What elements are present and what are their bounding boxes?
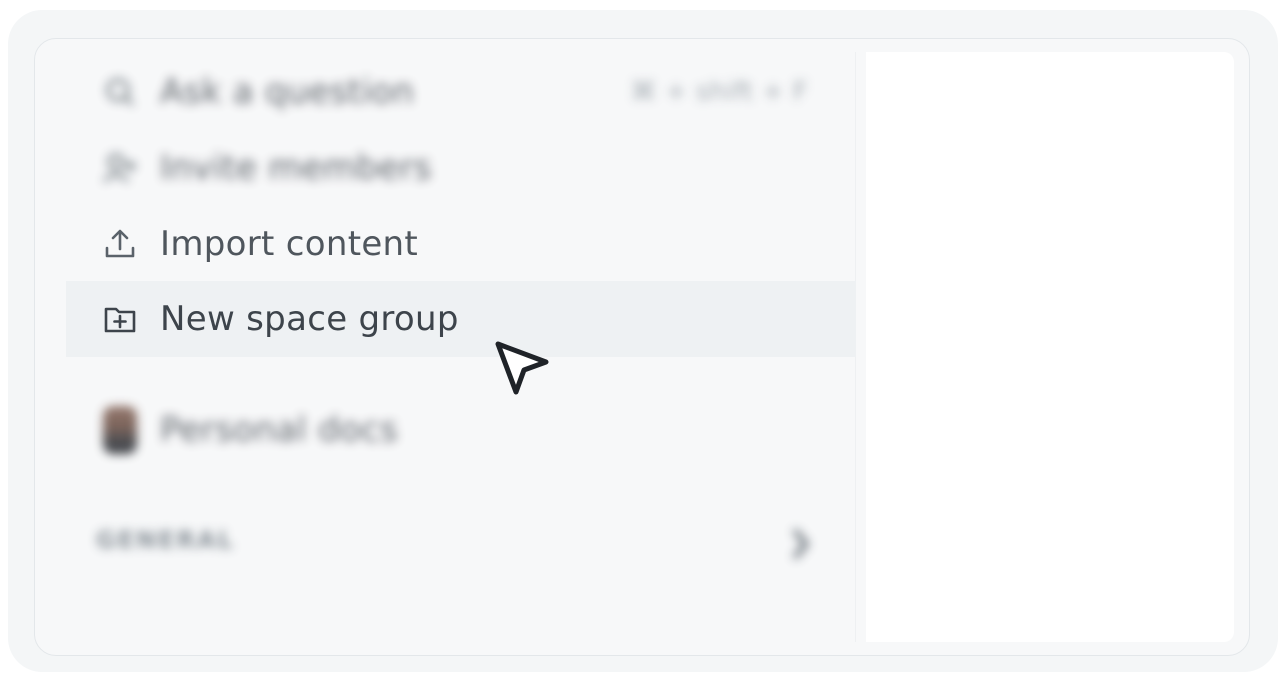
menu-item-label: New space group: [160, 299, 459, 339]
menu-item-ask-question[interactable]: Ask a question ⌘ + shift + F: [66, 54, 856, 130]
upload-icon: [102, 226, 138, 262]
avatar: [102, 406, 138, 454]
chevron-right-icon[interactable]: [786, 524, 816, 564]
section-label-general: GENERAL: [96, 526, 235, 554]
menu-item-import-content[interactable]: Import content: [66, 206, 856, 282]
menu-item-label: Import content: [160, 224, 419, 264]
content-pane: [866, 52, 1234, 642]
menu-item-label: Personal docs: [160, 410, 399, 450]
folder-plus-icon: [102, 301, 138, 337]
search-icon: [102, 74, 138, 110]
menu-item-new-space-group[interactable]: New space group: [66, 281, 856, 357]
menu-item-label: Invite members: [160, 148, 432, 188]
menu-item-personal-docs[interactable]: Personal docs: [66, 392, 856, 468]
menu-item-invite-members[interactable]: Invite members: [66, 130, 856, 206]
menu-item-label: Ask a question: [160, 72, 415, 112]
keyboard-shortcut: ⌘ + shift + F: [630, 77, 808, 107]
add-person-icon: [102, 150, 138, 186]
mouse-cursor-icon: [492, 338, 556, 402]
